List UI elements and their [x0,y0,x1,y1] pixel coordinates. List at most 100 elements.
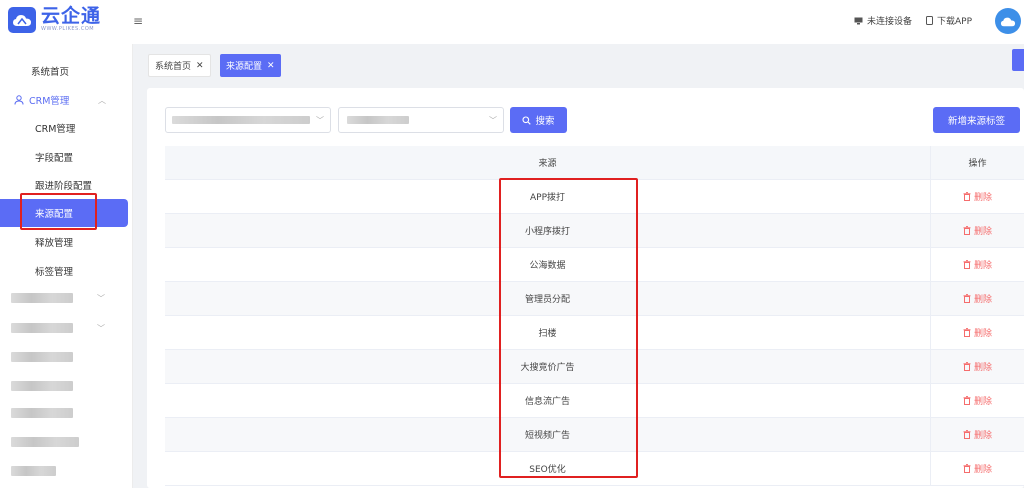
chevron-down-icon: ﹀ [97,294,105,303]
chevron-down-icon: ﹀ [97,324,105,333]
delete-button[interactable]: 删除 [931,282,1024,315]
table-row: 扫楼 删除 [165,316,1024,350]
download-app-link[interactable]: 下载APP [925,14,972,27]
close-icon[interactable]: ✕ [267,61,275,71]
chevron-down-icon: ﹀ [489,116,497,125]
close-icon[interactable]: ✕ [196,61,204,71]
phone-icon [925,16,933,25]
delete-button[interactable]: 删除 [931,180,1024,213]
delete-label: 删除 [973,363,992,373]
trash-icon [963,362,971,371]
blurred-menu-item[interactable] [11,408,73,418]
sidebar-item-label: 标签管理 [35,267,74,278]
tab-label: 系统首页 [155,62,192,72]
delete-button[interactable]: 删除 [931,248,1024,281]
table-row: APP拨打 删除 [165,180,1024,214]
sidebar-item-fields[interactable]: 字段配置 [0,143,128,171]
delete-label: 删除 [973,193,992,203]
blurred-menu-item[interactable] [11,381,73,391]
table-header: 来源 操作 [165,146,1024,180]
trash-icon [963,192,971,201]
trash-icon [963,226,971,235]
delete-label: 删除 [973,431,992,441]
filter-select-2[interactable]: ﹀ [338,107,504,133]
device-status[interactable]: 未连接设备 [854,14,912,27]
logo-subtitle: WWW.PLIKES.COM [41,26,95,32]
add-button-label: 新增来源标签 [947,116,1005,127]
download-app-label: 下载APP [936,17,972,27]
trash-icon [963,464,971,473]
delete-label: 删除 [973,465,992,475]
tab-source-config[interactable]: 来源配置 ✕ [220,54,281,77]
trash-icon [963,430,971,439]
content-panel: ﹀ ﹀ 搜索 新增来源标签 来源 操作 APP拨打 删除 小程序拨打 删除 公海数据 删除… [147,88,1024,488]
sidebar-item-label: 跟进阶段配置 [35,181,93,192]
delete-button[interactable]: 删除 [931,452,1024,485]
tabs-more-button[interactable] [1012,49,1024,71]
blurred-menu-item[interactable] [11,437,79,447]
sidebar-item-release[interactable]: 释放管理 [0,228,128,256]
source-cell: 扫楼 [165,316,931,349]
filter-select-1[interactable]: ﹀ [165,107,331,133]
logo-title: 云企通 [41,5,102,27]
sidebar-item-label: 系统首页 [31,67,70,78]
sidebar-item-tags[interactable]: 标签管理 [0,257,128,285]
sidebar-item-follow-stage[interactable]: 跟进阶段配置 [0,171,128,199]
trash-icon [963,294,971,303]
user-avatar[interactable] [995,8,1021,34]
cloud-logo-icon [8,6,36,33]
sidebar-item-label: 来源配置 [35,209,74,220]
blurred-menu-item[interactable] [11,293,73,303]
table-row: 大搜竞价广告 删除 [165,350,1024,384]
table-row: 信息流广告 删除 [165,384,1024,418]
blurred-select-text [347,116,409,124]
search-icon [522,115,532,125]
sidebar-item-home[interactable]: 系统首页 [0,57,128,85]
column-header-source: 来源 [165,146,931,179]
top-header: 云企通 WWW.PLIKES.COM ≡ 未连接设备 下载APP [0,0,1024,44]
source-table: 来源 操作 APP拨打 删除 小程序拨打 删除 公海数据 删除 管理员分配 删除 扫楼 删除 大搜竞… [165,146,1024,486]
delete-button[interactable]: 删除 [931,384,1024,417]
blurred-menu-item[interactable] [11,352,73,362]
search-button[interactable]: 搜索 [510,107,567,133]
table-row: 公海数据 删除 [165,248,1024,282]
source-cell: 小程序拨打 [165,214,931,247]
source-cell: 大搜竞价广告 [165,350,931,383]
delete-button[interactable]: 删除 [931,418,1024,451]
column-header-action: 操作 [968,159,987,169]
blurred-select-text [172,116,310,124]
delete-label: 删除 [973,261,992,271]
sidebar-item-label: CRM管理 [35,124,76,135]
chevron-up-icon: ︿ [98,95,106,105]
delete-button[interactable]: 删除 [931,214,1024,247]
sidebar-item-label: 字段配置 [35,153,74,164]
sidebar-item-label: 释放管理 [35,238,74,249]
app-logo[interactable]: 云企通 WWW.PLIKES.COM [8,6,101,33]
chevron-down-icon: ﹀ [316,116,324,125]
delete-button[interactable]: 删除 [931,350,1024,383]
tabs-bar: 系统首页 ✕ 来源配置 ✕ [134,44,1024,88]
device-status-label: 未连接设备 [866,17,912,27]
source-cell: SEO优化 [165,452,931,485]
trash-icon [963,260,971,269]
blurred-menu-item[interactable] [11,466,56,476]
user-icon [14,95,24,105]
source-cell: 管理员分配 [165,282,931,315]
delete-button[interactable]: 删除 [931,316,1024,349]
delete-label: 删除 [973,329,992,339]
menu-toggle-icon[interactable]: ≡ [133,14,143,28]
delete-label: 删除 [973,397,992,407]
table-row: 短视频广告 删除 [165,418,1024,452]
sidebar-group-label: CRM管理 [29,96,70,107]
tab-home[interactable]: 系统首页 ✕ [148,54,211,77]
sidebar-item-crm[interactable]: CRM管理 [0,114,128,142]
trash-icon [963,328,971,337]
source-cell: 公海数据 [165,248,931,281]
search-button-label: 搜索 [535,116,555,127]
table-row: SEO优化 删除 [165,452,1024,486]
sidebar-item-source-config[interactable]: 来源配置 [0,199,128,227]
sidebar-group-crm[interactable]: CRM管理 ︿ [0,86,128,114]
source-cell: APP拨打 [165,180,931,213]
add-source-tag-button[interactable]: 新增来源标签 [933,107,1020,133]
blurred-menu-item[interactable] [11,323,73,333]
